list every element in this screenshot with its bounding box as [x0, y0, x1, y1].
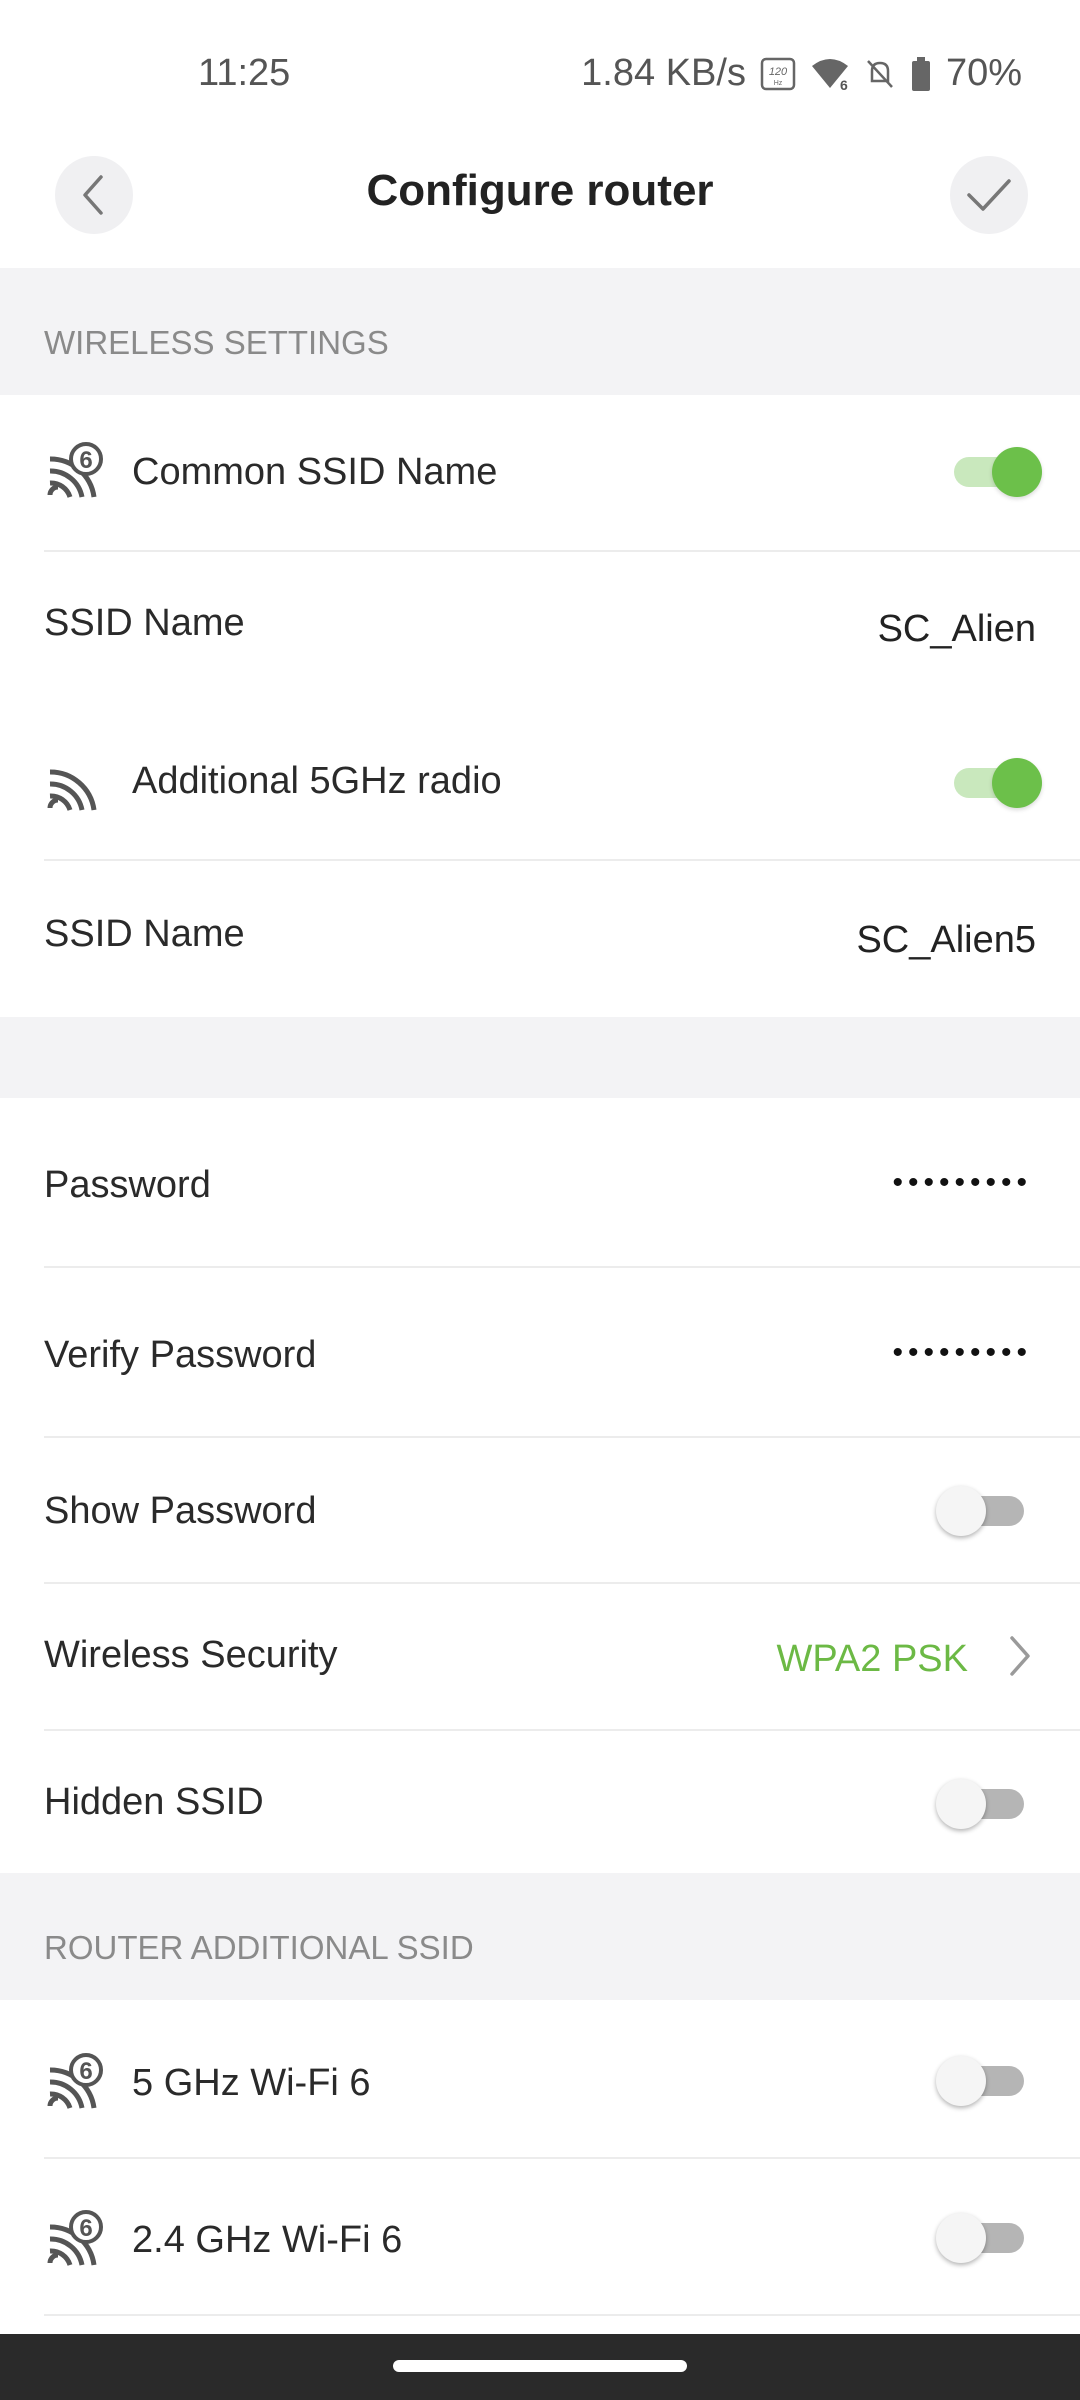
svg-text:6: 6 — [79, 447, 92, 474]
show-password-toggle[interactable] — [936, 1486, 1028, 1536]
system-nav-bar — [0, 2334, 1080, 2400]
password-label: Password — [44, 1164, 211, 1206]
battery-percent: 70% — [945, 52, 1022, 94]
additional-ssid-item: 6 2.4 GHz Wi-Fi 6 — [0, 2159, 1080, 2314]
common-ssid-row: 6 Common SSID Name — [0, 395, 1080, 550]
wifi6-icon: 6 — [810, 56, 850, 92]
security-group: Password ••••••••• Verify Password •••••… — [0, 1098, 1080, 1873]
hidden-ssid-row: Hidden SSID — [0, 1731, 1080, 1873]
network-speed: 1.84 KB/s — [581, 52, 746, 94]
wifi6-icon: 6 — [47, 2210, 103, 2266]
wireless-security-row[interactable]: Wireless Security WPA2 PSK — [0, 1584, 1080, 1729]
wireless-settings-header: WIRELESS SETTINGS — [0, 268, 1080, 395]
router-additional-ssid-header: ROUTER ADDITIONAL SSID — [0, 1873, 1080, 2000]
app-header: Configure router — [0, 130, 1080, 268]
chevron-right-icon — [1010, 1636, 1030, 1676]
wifi6-icon: 6 — [47, 2053, 103, 2109]
divider — [44, 2314, 1080, 2316]
confirm-button[interactable] — [950, 156, 1028, 234]
status-bar: 11:25 1.84 KB/s 120 Hz 6 70% — [0, 0, 1080, 150]
verify-password-value[interactable]: ••••••••• — [892, 1336, 1032, 1370]
ssid-name-row[interactable]: SSID Name SC_Alien — [0, 552, 1080, 704]
password-row[interactable]: Password ••••••••• — [0, 1098, 1080, 1266]
common-ssid-toggle[interactable] — [950, 447, 1042, 497]
ssid-name-label: SSID Name — [44, 913, 245, 955]
status-icons: 1.84 KB/s 120 Hz 6 70% — [581, 52, 1022, 95]
additional-ssid-label: 2.4 GHz Wi-Fi 6 — [132, 2219, 403, 2261]
wireless-security-value: WPA2 PSK — [776, 1638, 968, 1680]
additional-ssid-item: 6 5 GHz Wi-Fi 6 — [0, 2000, 1080, 2157]
additional-ssid-toggle[interactable] — [936, 2213, 1028, 2263]
additional-ssid-label: 5 GHz Wi-Fi 6 — [132, 2062, 371, 2104]
page-title: Configure router — [366, 166, 714, 215]
ssid-name-value[interactable]: SC_Alien — [878, 608, 1036, 651]
additional-ssid-group: 6 5 GHz Wi-Fi 6 6 2.4 GHz Wi-Fi 6 — [0, 2000, 1080, 2334]
ssid-name-5ghz-value[interactable]: SC_Alien5 — [856, 919, 1036, 962]
home-indicator[interactable] — [393, 2360, 687, 2372]
svg-text:6: 6 — [79, 2058, 92, 2085]
hidden-ssid-toggle[interactable] — [936, 1779, 1028, 1829]
120hz-icon: 120 Hz — [760, 57, 796, 91]
additional-ssid-toggle[interactable] — [936, 2056, 1028, 2106]
common-ssid-label: Common SSID Name — [132, 451, 498, 493]
verify-password-row[interactable]: Verify Password ••••••••• — [0, 1268, 1080, 1436]
svg-text:6: 6 — [840, 77, 848, 92]
wireless-settings-group: 6 Common SSID Name SSID Name SC_Alien Ad… — [0, 395, 1080, 1017]
verify-password-label: Verify Password — [44, 1334, 317, 1376]
wireless-security-label: Wireless Security — [44, 1634, 338, 1676]
additional-radio-row: Additional 5GHz radio — [0, 704, 1080, 859]
additional-radio-toggle[interactable] — [950, 758, 1042, 808]
checkmark-icon — [967, 179, 1011, 211]
svg-text:Hz: Hz — [774, 80, 783, 87]
ssid-name-label: SSID Name — [44, 602, 245, 644]
section-title: WIRELESS SETTINGS — [44, 324, 389, 361]
wifi6-icon: 6 — [47, 442, 103, 498]
no-notifications-icon — [864, 57, 896, 91]
svg-text:120: 120 — [769, 66, 788, 78]
battery-icon — [910, 56, 932, 92]
show-password-row: Show Password — [0, 1438, 1080, 1582]
show-password-label: Show Password — [44, 1490, 317, 1532]
section-title: ROUTER ADDITIONAL SSID — [44, 1929, 474, 1966]
password-value[interactable]: ••••••••• — [892, 1166, 1032, 1200]
status-time: 11:25 — [198, 52, 291, 94]
hidden-ssid-label: Hidden SSID — [44, 1781, 264, 1823]
wifi-icon — [47, 769, 97, 811]
additional-radio-label: Additional 5GHz radio — [132, 760, 502, 802]
ssid-name-5ghz-row[interactable]: SSID Name SC_Alien5 — [0, 861, 1080, 1017]
svg-text:6: 6 — [79, 2215, 92, 2242]
